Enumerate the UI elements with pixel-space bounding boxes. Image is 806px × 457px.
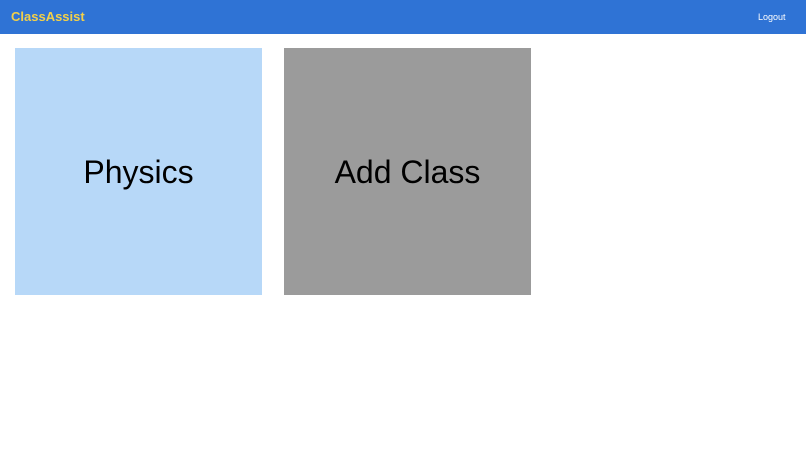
top-navbar: ClassAssist Logout [0, 0, 806, 34]
class-card-physics[interactable]: Physics [15, 48, 262, 295]
add-class-label: Add Class [334, 153, 481, 190]
app-brand-title[interactable]: ClassAssist [11, 8, 85, 25]
logout-button[interactable]: Logout [758, 11, 786, 23]
add-class-card[interactable]: Add Class [284, 48, 531, 295]
class-card-label: Physics [83, 153, 194, 190]
